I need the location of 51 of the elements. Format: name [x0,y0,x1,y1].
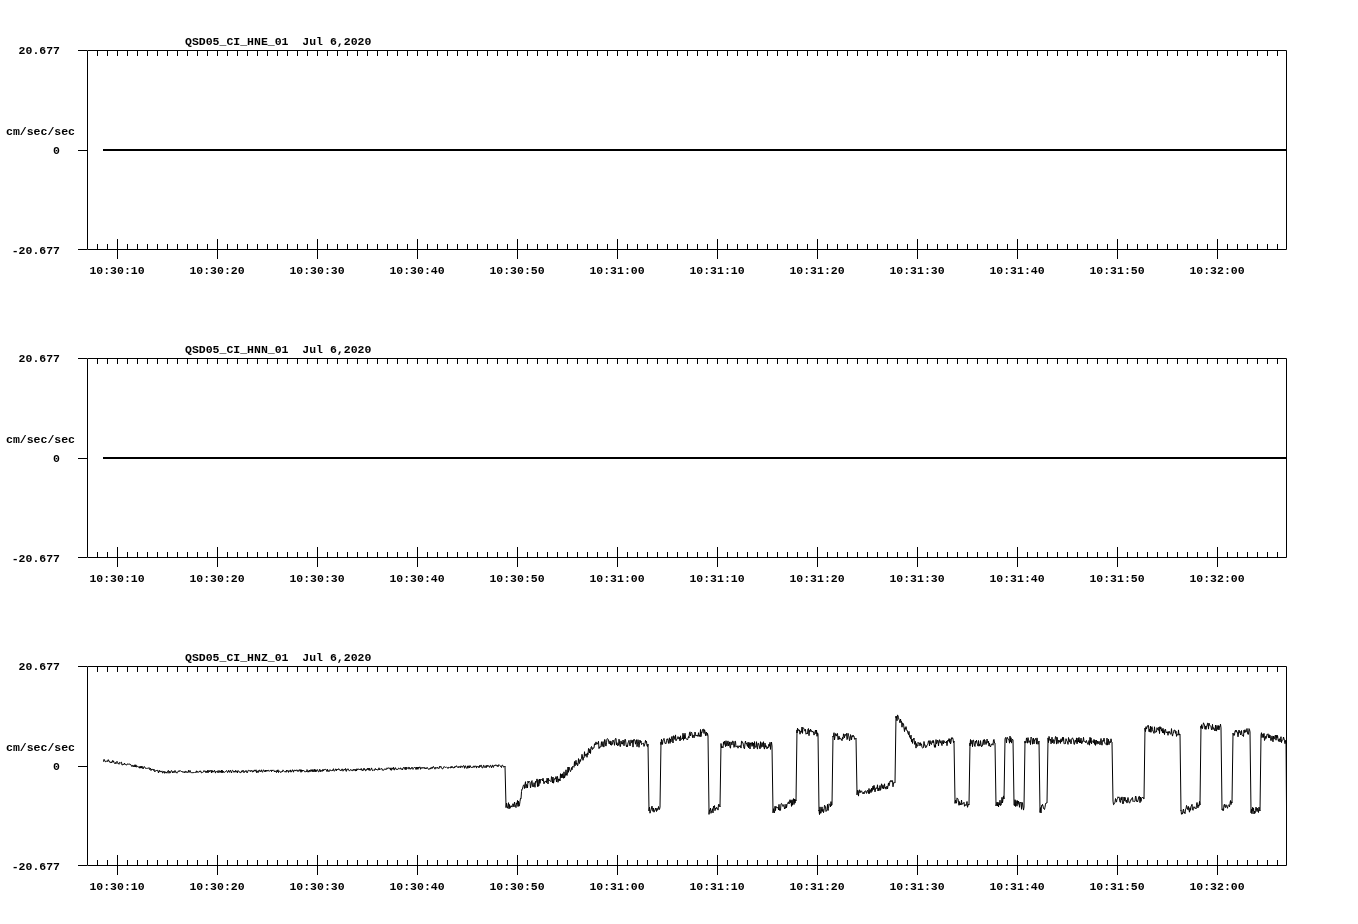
axis-tick-label: 0 [53,144,60,157]
axis-tick-label: 10:31:00 [589,880,645,893]
axis-tick-label: 10:31:40 [989,880,1045,893]
axis-tick-label: 10:31:20 [789,264,845,277]
axis-tick-label: 10:31:40 [989,264,1045,277]
axis-tick-label: 10:32:00 [1189,264,1245,277]
axis-tick-label: 10:30:40 [389,880,445,893]
axis-tick-label: 10:31:40 [989,572,1045,585]
axis-tick-label: 10:30:50 [489,572,545,585]
axis-tick-label: 10:30:30 [289,572,345,585]
axis-tick-label: 20.677 [18,660,60,673]
axis-tick-label: 20.677 [18,44,60,57]
axis-tick-label: 10:31:30 [889,264,945,277]
axis-tick-label: 10:31:50 [1089,264,1145,277]
axis-tick-label: 10:31:10 [689,880,745,893]
plot-title: QSD05_CI_HNZ_01 Jul 6,2020 [185,651,372,664]
axis-unit-label: cm/sec/sec [6,433,75,446]
axis-tick-label: 10:30:10 [89,572,145,585]
axis-tick-label: 10:31:10 [689,264,745,277]
axis-unit-label: cm/sec/sec [6,741,75,754]
axis-tick-label: 10:31:00 [589,264,645,277]
axis-tick-label: 10:30:40 [389,572,445,585]
axis-tick-label: 10:31:30 [889,880,945,893]
axis-tick-label: 10:30:20 [189,264,245,277]
axis-unit-label: cm/sec/sec [6,125,75,138]
plot-title: QSD05_CI_HNN_01 Jul 6,2020 [185,343,372,356]
axis-tick-label: 10:30:50 [489,264,545,277]
axis-tick-label: 10:31:30 [889,572,945,585]
axis-tick-label: 10:31:10 [689,572,745,585]
axis-tick-label: 20.677 [18,352,60,365]
axis-tick-label: 10:31:00 [589,572,645,585]
axis-tick-label: -20.677 [11,552,60,565]
axis-tick-label: 10:30:10 [89,880,145,893]
axis-tick-label: 10:30:30 [289,264,345,277]
axis-tick-label: 10:30:20 [189,572,245,585]
axis-tick-label: 10:31:20 [789,880,845,893]
axis-tick-label: 0 [53,760,60,773]
axis-tick-label: 10:31:50 [1089,880,1145,893]
plot-title: QSD05_CI_HNE_01 Jul 6,2020 [185,35,372,48]
axis-tick-label: 10:32:00 [1189,572,1245,585]
axis-tick-label: 10:30:40 [389,264,445,277]
axis-tick-label: 10:31:20 [789,572,845,585]
axis-tick-label: 10:32:00 [1189,880,1245,893]
axis-tick-label: 10:31:50 [1089,572,1145,585]
axis-tick-label: -20.677 [11,860,60,873]
axis-tick-label: -20.677 [11,244,60,257]
axis-tick-label: 10:30:30 [289,880,345,893]
axis-tick-label: 10:30:20 [189,880,245,893]
axis-tick-label: 10:30:50 [489,880,545,893]
axis-tick-label: 0 [53,452,60,465]
axis-tick-label: 10:30:10 [89,264,145,277]
